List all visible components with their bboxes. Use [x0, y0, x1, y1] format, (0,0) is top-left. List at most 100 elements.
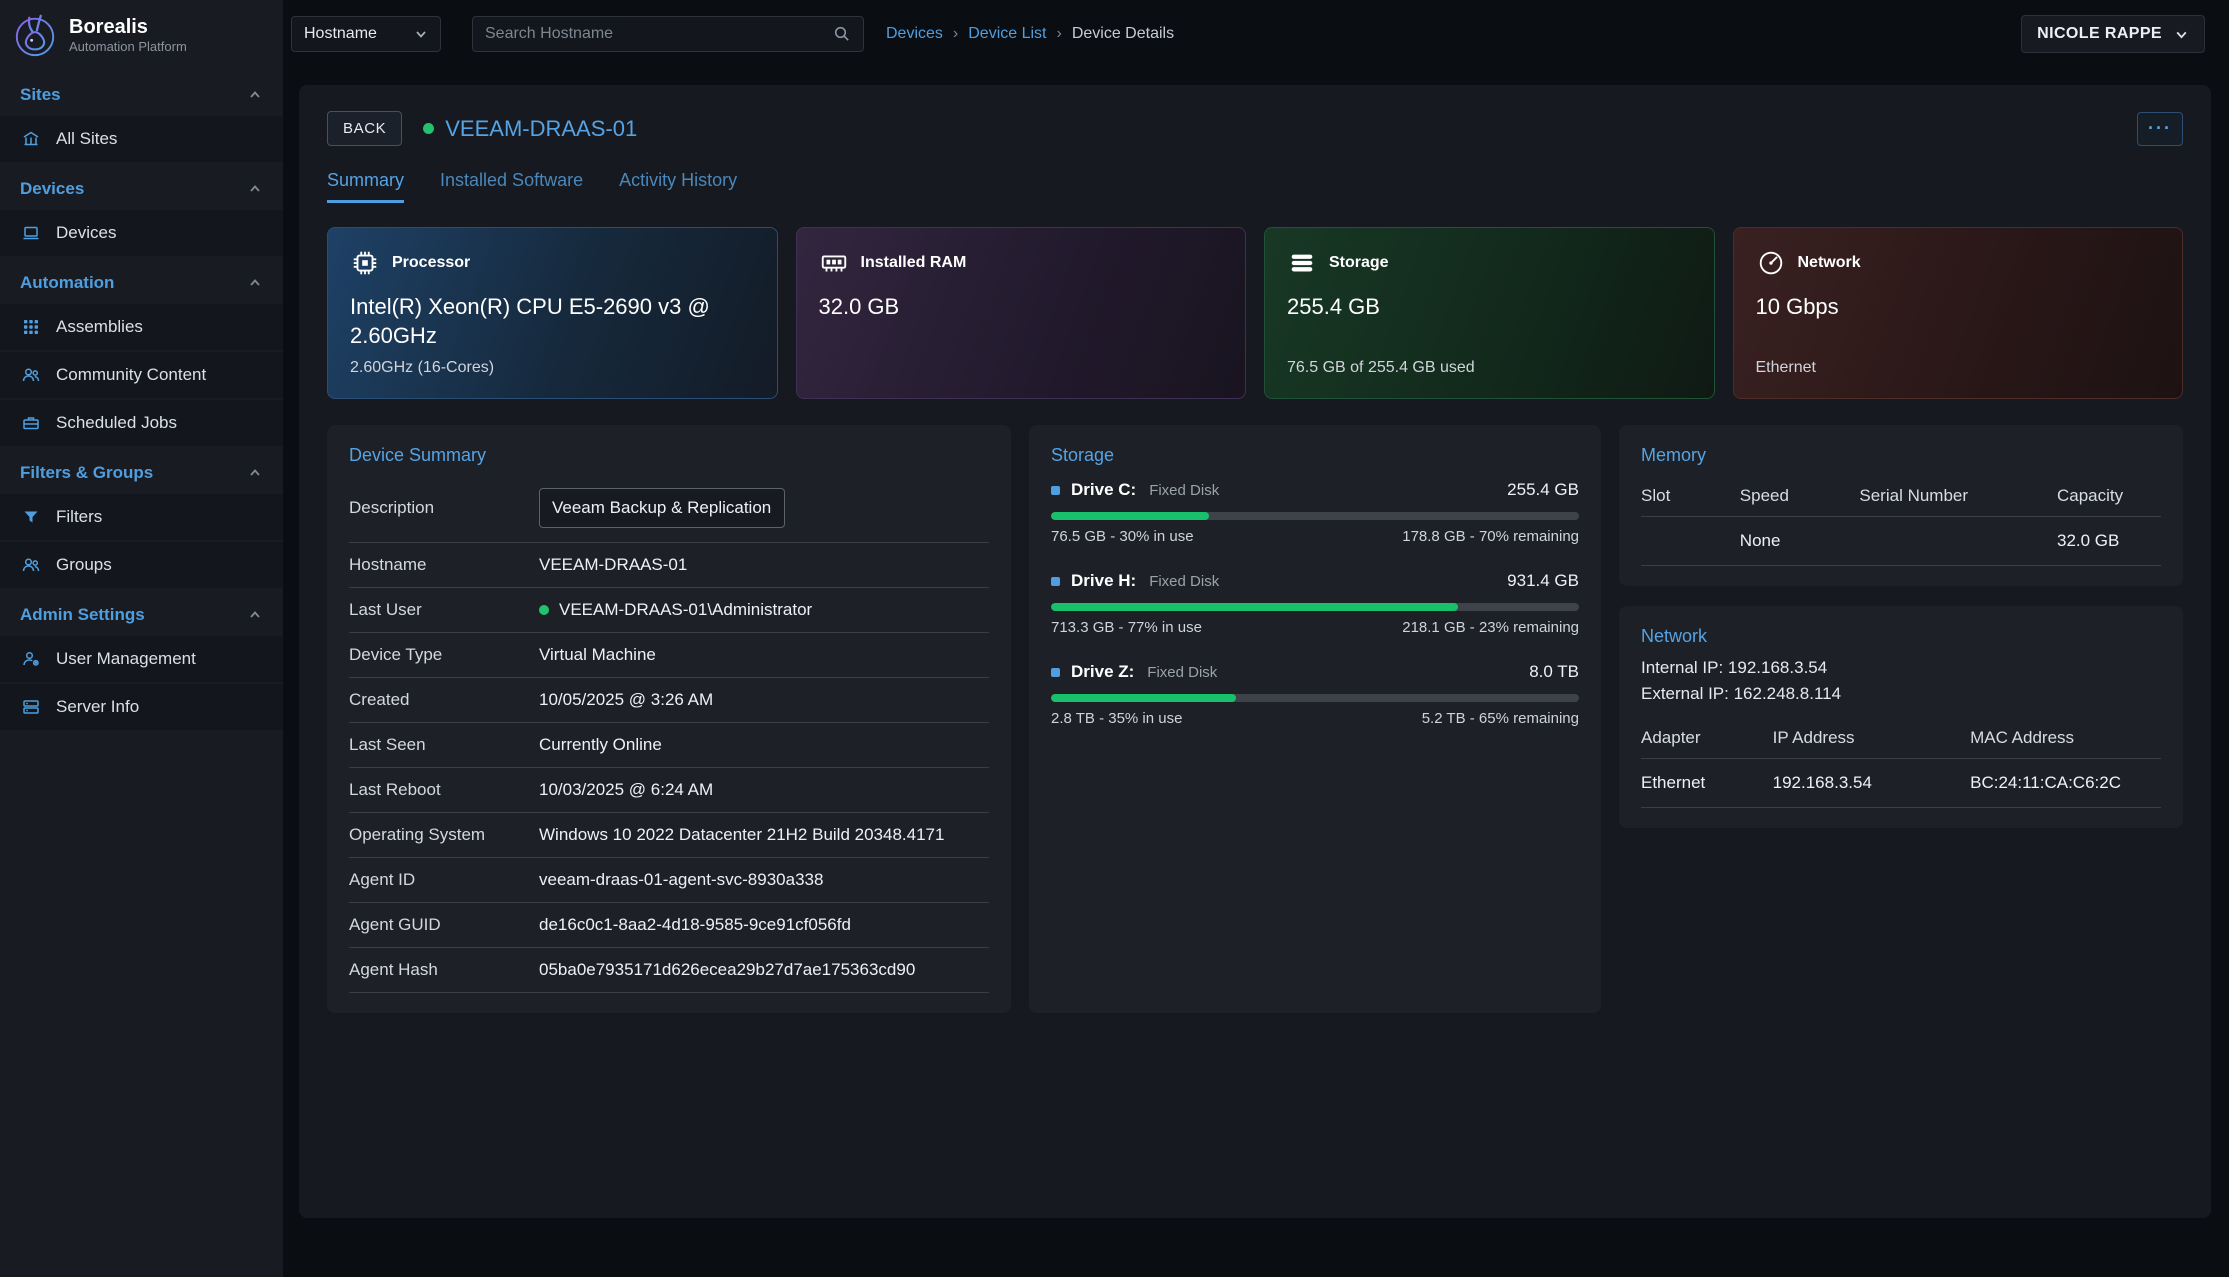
section-label: Filters & Groups	[20, 463, 153, 483]
memory-cell	[1859, 517, 2057, 566]
sidebar-item-label: Devices	[56, 223, 116, 243]
sidebar-item-assemblies[interactable]: Assemblies	[0, 304, 283, 350]
laptop-icon	[20, 222, 42, 244]
more-actions-button[interactable]: ···	[2137, 112, 2183, 146]
sidebar-section-sites[interactable]: Sites	[0, 70, 283, 116]
tab-summary[interactable]: Summary	[327, 170, 404, 203]
sidebar-item-devices[interactable]: Devices	[0, 210, 283, 256]
user-menu-button[interactable]: NICOLE RAPPE	[2021, 15, 2205, 53]
stat-card-footer	[819, 359, 1224, 378]
row-value: 10/05/2025 @ 3:26 AM	[539, 690, 713, 710]
summary-row: Last Reboot 10/03/2025 @ 6:24 AM	[349, 768, 989, 813]
row-label: Device Type	[349, 645, 539, 665]
drive-usage-bar	[1051, 694, 1579, 702]
hostname-filter-dropdown[interactable]: Hostname	[291, 16, 441, 52]
cpu-icon	[350, 248, 380, 278]
row-value: Currently Online	[539, 735, 662, 755]
sidebar-item-user-management[interactable]: User Management	[0, 636, 283, 682]
summary-row: Hostname VEEAM-DRAAS-01	[349, 543, 989, 588]
sidebar-section-automation[interactable]: Automation	[0, 258, 283, 304]
back-button[interactable]: BACK	[327, 111, 402, 146]
sidebar-item-all-sites[interactable]: All Sites	[0, 116, 283, 162]
memory-header: Slot	[1641, 474, 1740, 517]
stat-card-value: Intel(R) Xeon(R) CPU E5-2690 v3 @ 2.60GH…	[350, 292, 714, 350]
sidebar-section-filters-groups[interactable]: Filters & Groups	[0, 448, 283, 494]
tab-installed-software[interactable]: Installed Software	[440, 170, 583, 203]
user-name: NICOLE RAPPE	[2037, 25, 2162, 43]
people-icon	[20, 554, 42, 576]
breadcrumb-separator: ›	[953, 25, 958, 43]
row-value: VEEAM-DRAAS-01	[539, 555, 687, 575]
row-label: Last Seen	[349, 735, 539, 755]
search-input[interactable]	[485, 25, 833, 43]
device-summary-panel: Device Summary Description Hostname VEEA…	[327, 425, 1011, 1013]
row-label: Agent Hash	[349, 960, 539, 980]
stat-card-installed-ram: Installed RAM 32.0 GB	[796, 227, 1247, 399]
chevron-up-icon	[247, 275, 263, 291]
network-header: Adapter	[1641, 716, 1773, 759]
summary-row: Agent Hash 05ba0e7935171d626ecea29b27d7a…	[349, 948, 989, 993]
panel-title: Network	[1641, 626, 2161, 647]
briefcase-icon	[20, 412, 42, 434]
drive-name: Drive Z:	[1071, 662, 1134, 682]
row-value: Virtual Machine	[539, 645, 656, 665]
memory-cell: 32.0 GB	[2057, 517, 2161, 566]
tab-bar: Summary Installed Software Activity Hist…	[327, 170, 2183, 203]
sidebar-item-community-content[interactable]: Community Content	[0, 352, 283, 398]
drive-remaining: 218.1 GB - 23% remaining	[1402, 619, 1579, 636]
brand-logo[interactable]: Borealis Automation Platform	[0, 0, 283, 70]
search-box[interactable]	[472, 16, 864, 52]
row-label: Agent ID	[349, 870, 539, 890]
network-cell: Ethernet	[1641, 759, 1773, 808]
network-header: IP Address	[1773, 716, 1970, 759]
sidebar-section-admin-settings[interactable]: Admin Settings	[0, 590, 283, 636]
breadcrumb-devices[interactable]: Devices	[886, 25, 943, 43]
summary-row-description: Description	[349, 474, 989, 543]
row-label: Operating System	[349, 825, 539, 845]
network-cell: BC:24:11:CA:C6:2C	[1970, 759, 2161, 808]
sidebar-item-label: All Sites	[56, 129, 117, 149]
content-area: BACK VEEAM-DRAAS-01 ··· Summary Installe…	[283, 68, 2229, 1277]
drive-usage-bar	[1051, 603, 1579, 611]
chevron-up-icon	[247, 465, 263, 481]
stat-card-label: Processor	[392, 254, 470, 272]
drive-remaining: 5.2 TB - 65% remaining	[1422, 710, 1579, 727]
sidebar-item-label: Assemblies	[56, 317, 143, 337]
sidebar-item-filters[interactable]: Filters	[0, 494, 283, 540]
stat-card-footer: 2.60GHz (16-Cores)	[350, 359, 755, 378]
section-label: Automation	[20, 273, 114, 293]
drive-remaining: 178.8 GB - 70% remaining	[1402, 528, 1579, 545]
breadcrumb-device-list[interactable]: Device List	[968, 25, 1046, 43]
detail-columns: Device Summary Description Hostname VEEA…	[327, 425, 2183, 1013]
device-details-panel: BACK VEEAM-DRAAS-01 ··· Summary Installe…	[299, 85, 2211, 1218]
sidebar-item-scheduled-jobs[interactable]: Scheduled Jobs	[0, 400, 283, 446]
chevron-up-icon	[247, 87, 263, 103]
sidebar-item-server-info[interactable]: Server Info	[0, 684, 283, 730]
sidebar-item-label: Groups	[56, 555, 112, 575]
description-input[interactable]	[539, 488, 785, 528]
row-label: Last Reboot	[349, 780, 539, 800]
drive-name: Drive C:	[1071, 480, 1136, 500]
tab-activity-history[interactable]: Activity History	[619, 170, 737, 203]
row-label: Hostname	[349, 555, 539, 575]
row-label: Last User	[349, 600, 539, 620]
panel-title: Device Summary	[349, 445, 989, 466]
internal-ip: Internal IP: 192.168.3.54	[1641, 655, 2161, 681]
stat-card-label: Network	[1798, 254, 1861, 272]
summary-row: Agent GUID de16c0c1-8aa2-4d18-9585-9ce91…	[349, 903, 989, 948]
rabbit-logo-icon	[12, 12, 58, 58]
right-column: Memory Slot Speed Serial Number Capacity…	[1619, 425, 2183, 828]
stat-card-value: 10 Gbps	[1756, 292, 2120, 321]
network-cell: 192.168.3.54	[1773, 759, 1970, 808]
row-value: veeam-draas-01-agent-svc-8930a338	[539, 870, 823, 890]
row-label: Created	[349, 690, 539, 710]
chevron-down-icon	[2174, 27, 2189, 42]
drive-bullet-icon	[1051, 577, 1060, 586]
summary-row-last-user: Last User VEEAM-DRAAS-01\Administrator	[349, 588, 989, 633]
sidebar-section-devices[interactable]: Devices	[0, 164, 283, 210]
drive-name: Drive H:	[1071, 571, 1136, 591]
stat-card-footer: 76.5 GB of 255.4 GB used	[1287, 359, 1692, 378]
stat-card-label: Storage	[1329, 254, 1389, 272]
sidebar-item-label: Server Info	[56, 697, 139, 717]
sidebar-item-groups[interactable]: Groups	[0, 542, 283, 588]
